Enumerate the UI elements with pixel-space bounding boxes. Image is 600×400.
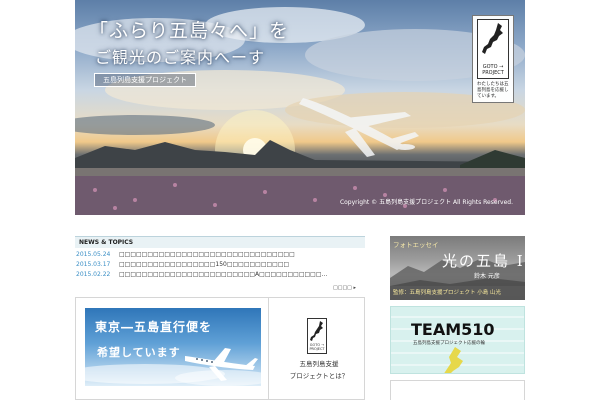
news-title[interactable]: □□□□□□□□□□□□□□□□□□□□□□□□A□□□□□□□□□□□... [119,271,327,278]
photo-essay-title: 光の五島 I [442,252,525,270]
photo-essay-tag: フォトエッセイ [393,241,439,249]
team510-subtitle: 五島列島支援プロジェクト応援の輪 [413,341,485,346]
news-item[interactable]: 2015.05.24 □□□□□□□□□□□□□□□□□□□□□□□□□□□□□□… [75,250,365,260]
panel-divider [268,298,269,400]
news-item[interactable]: 2015.03.17 □□□□□□□□□□□□□□□□□150□□□□□□□□□□… [75,260,365,270]
goto-badge-message: わたしたちは五島列島を応援しています。 [477,82,509,99]
tokyo-banner-line1: 東京―五島直行便を [95,320,213,334]
team510-banner[interactable]: TEAM510 五島列島支援プロジェクト応援の輪 [390,306,525,374]
photo-essay-author: 鈴木 元彦 [474,273,500,280]
project-logo-label: GOTO → PROJECT [309,343,325,351]
goto-badge-label: GOTO → PROJECT [482,64,504,76]
hero-project-tag[interactable]: 五島列島支援プロジェクト [94,73,196,87]
news-item[interactable]: 2015.02.22 □□□□□□□□□□□□□□□□□□□□□□□□A□□□□□… [75,270,365,280]
team510-title: TEAM510 [411,320,495,339]
project-about-link[interactable]: 五島列島支援 プロジェクトとは？ [284,358,354,382]
news-title[interactable]: □□□□□□□□□□□□□□□□□150□□□□□□□□□□□ [119,261,289,268]
right-column-banner-3[interactable] [390,380,525,400]
photo-essay-banner[interactable]: フォトエッセイ 光の五島 I 鈴木 元彦 監修：五島列島支援プロジェクト 小島 … [390,236,525,300]
news-title[interactable]: □□□□□□□□□□□□□□□□□□□□□□□□□□□□□□□ [119,251,295,258]
hero-banner: 「ふらり五島々へ」を ご観光のご案内へーす 五島列島支援プロジェクト Copyr… [75,0,525,215]
tokyo-goto-flight-banner[interactable]: 東京―五島直行便を 希望しています [85,308,261,386]
hero-title-line1: 「ふらり五島々へ」を [89,20,290,42]
news-more-link[interactable]: □□□□ ▸ [333,285,356,291]
project-about-line2: プロジェクトとは？ [289,372,349,380]
feature-panels: 東京―五島直行便を 希望しています GOTO → PROJECT 五島列島支援 … [75,297,365,400]
news-date: 2015.02.22 [76,271,111,278]
project-about-line1: 五島列島支援 [299,360,339,368]
news-date: 2015.03.17 [76,261,111,268]
news-heading: NEWS & TOPICS [75,236,365,248]
goto-project-logo-icon[interactable]: GOTO → PROJECT [307,318,327,354]
tokyo-banner-line2: 希望しています [97,346,181,359]
news-date: 2015.05.24 [76,251,111,258]
hero-copyright: Copyright © 五島列島支援プロジェクト All Rights Rese… [339,199,513,206]
news-list: 2015.05.24 □□□□□□□□□□□□□□□□□□□□□□□□□□□□□□… [75,250,365,280]
goto-project-badge[interactable]: GOTO → PROJECT わたしたちは五島列島を応援しています。 [472,15,514,103]
photo-essay-credit: 監修：五島列島支援プロジェクト 小島 山光 [390,286,525,300]
hero-title-line2: ご観光のご案内へーす [95,48,266,67]
